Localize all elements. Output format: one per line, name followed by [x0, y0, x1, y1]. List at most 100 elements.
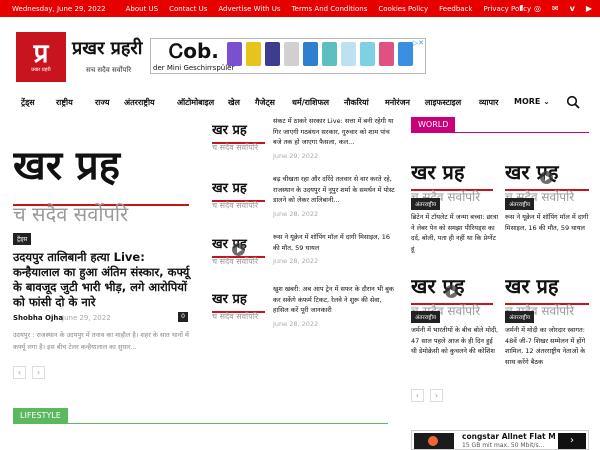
featured-image[interactable]: खर प्रह च सदैव सर्वोपरि	[13, 142, 189, 230]
nav-item-sports[interactable]: खेल	[228, 97, 240, 108]
top-bar: Wednesday, June 29, 2022 About US Contac…	[0, 0, 600, 17]
world-item-image-text: खर प्रह	[411, 160, 465, 184]
ad-close-icon[interactable]: ▷✕	[413, 39, 424, 47]
ad-product-image	[341, 42, 356, 66]
ad-product-image	[303, 42, 318, 66]
instagram-icon[interactable]: ◎	[534, 4, 541, 13]
featured-date: June 29, 2022	[62, 314, 111, 322]
world-item-title[interactable]: जर्मनी में भारतीयों के बीच बोले मोदी, 47…	[411, 325, 499, 357]
nav-item-lifestyle[interactable]: लाइफस्टाइल	[425, 97, 461, 108]
prev-page-button[interactable]: ‹	[13, 366, 26, 379]
next-page-button[interactable]: ›	[32, 366, 45, 379]
lifestyle-section-header: LIFESTYLE	[13, 408, 388, 424]
list-item-image-tagline: च सदैव सर्वोपरि	[212, 257, 259, 266]
list-item-title[interactable]: खुश खबरी: अब आप ट्रेन में सफर के दौरान भ…	[273, 284, 395, 316]
nav-item-automobile[interactable]: ऑटोमोबाइल	[177, 97, 214, 108]
site-logo[interactable]: प्र प्रखर प्रहरी प्रखर प्रहरी सच सदैव सर…	[16, 32, 142, 82]
top-link-advertise[interactable]: Advertise With Us	[218, 5, 280, 13]
sidebar-ad-subtitle: 15 GB mit max. 50 Mbit/s...	[462, 442, 545, 449]
site-tagline: सच सदैव सर्वोपरि	[86, 66, 132, 74]
featured-image-text: खर प्रह	[13, 143, 121, 189]
world-item-badge[interactable]: अंतरराष्ट्रीय	[411, 311, 441, 323]
facebook-icon[interactable]: f	[519, 4, 522, 13]
play-icon	[445, 285, 458, 298]
nav-item-business[interactable]: व्यापार	[479, 97, 498, 108]
vimeo-icon[interactable]: v	[570, 4, 575, 13]
lifestyle-section-rule	[13, 423, 388, 424]
world-item-image-text: खर प्रह	[505, 274, 559, 298]
list-item-image-tagline: च सदैव सर्वोपरि	[212, 201, 259, 210]
world-section-rule	[411, 132, 589, 133]
world-prev-button[interactable]: ‹	[411, 389, 424, 402]
ad-subtitle: der Mini Geschirrspüler	[153, 64, 235, 72]
list-item-image[interactable]: खर प्रह च सदैव सर्वोपरि	[212, 289, 265, 323]
nav-item-trends[interactable]: ट्रेंड्स	[21, 97, 35, 108]
featured-category-badge[interactable]: ट्रेंड्स	[13, 233, 32, 245]
logo-mark-letter: प्र	[33, 39, 49, 69]
comment-count[interactable]: 0	[178, 312, 188, 322]
list-item-image-text: खर प्रह	[212, 292, 247, 307]
world-section-header: WORLD	[411, 117, 589, 133]
social-links: f ◎ ✉ v ▶	[519, 0, 592, 17]
list-item-image-text: खर प्रह	[212, 123, 247, 138]
current-date: Wednesday, June 29, 2022	[12, 4, 106, 13]
world-item-title[interactable]: ब्रिटेन में टॉयलेट में जन्मा बच्चा: छात्…	[411, 212, 499, 254]
ad-product-image	[322, 42, 337, 66]
ad-product-image	[398, 42, 413, 66]
list-item-date: June 28, 2022	[273, 210, 319, 218]
world-item-title[interactable]: रूस ने यूक्रेन में शॉपिंग मॉल में दागी म…	[505, 212, 593, 233]
logo-mark-caption: प्रखर प्रहरी	[31, 67, 51, 73]
list-item-image-tagline: च सदैव सर्वोपरि	[212, 143, 259, 152]
sidebar-ad-title: congstar Allnet Flat M	[462, 432, 556, 441]
list-item-date: June 28, 2022	[273, 257, 319, 265]
featured-author[interactable]: Shobha Ojha	[13, 314, 63, 322]
nav-item-international[interactable]: अंतरराष्ट्रीय	[124, 97, 155, 108]
list-item-image-text: खर प्रह	[212, 181, 247, 196]
nav-item-jobs[interactable]: नौकरियां	[344, 97, 369, 108]
nav-item-state[interactable]: राज्य	[95, 97, 110, 108]
chevron-down-icon: ⌄	[543, 97, 550, 106]
world-section-label[interactable]: WORLD	[411, 117, 456, 133]
top-link-terms[interactable]: Terms And Conditions	[292, 5, 368, 13]
featured-image-tagline: च सदैव सर्वोपरि	[13, 202, 129, 226]
list-item-title[interactable]: संकट में ठाकरे सरकार Live: सत्ता में बनी…	[273, 116, 395, 148]
ad-product-image	[246, 42, 261, 66]
featured-title[interactable]: उदयपुर तालिबानी हत्या Live: कन्हैयालाल क…	[13, 250, 193, 310]
list-item-title[interactable]: बढ़ चीखता रहा और दरिंदे तलवार से वार करत…	[273, 174, 395, 206]
play-icon	[232, 243, 245, 256]
nav-item-gadgets[interactable]: गैजेट्स	[255, 97, 275, 108]
nav-item-entertainment[interactable]: मनोरंजन	[385, 97, 410, 108]
search-icon[interactable]	[566, 95, 580, 109]
top-link-contact[interactable]: Contact Us	[169, 5, 207, 13]
top-link-about[interactable]: About US	[126, 5, 159, 13]
list-item-title[interactable]: रूस ने यूक्रेन में शॉपिंग मॉल में दागी म…	[273, 232, 395, 253]
play-icon	[540, 171, 553, 184]
list-item-date: June 28, 2022	[273, 320, 319, 328]
ad-product-image	[227, 42, 242, 66]
nav-item-religion[interactable]: धर्म/राशिफल	[292, 97, 329, 108]
featured-excerpt: उदयपुर : राजस्थान के उदयपुर में तनाव का …	[13, 331, 189, 351]
ad-brand: Ꮯob.	[169, 39, 219, 63]
ad-product-image	[284, 42, 299, 66]
lifestyle-section-label[interactable]: LIFESTYLE	[13, 408, 68, 424]
logo-mark: प्र प्रखर प्रहरी	[16, 32, 66, 82]
list-item-date: June 29, 2022	[273, 152, 319, 160]
ad-image	[414, 433, 454, 449]
mail-icon[interactable]: ✉	[552, 4, 559, 13]
ad-banner[interactable]: Ꮯob. der Mini Geschirrspüler ▷✕	[150, 38, 426, 74]
world-item-badge[interactable]: अंतरराष्ट्रीय	[411, 198, 441, 210]
top-link-cookies[interactable]: Cookies Policy	[378, 5, 428, 13]
list-item-image[interactable]: खर प्रह च सदैव सर्वोपरि	[212, 120, 265, 154]
list-item-image[interactable]: खर प्रह च सदैव सर्वोपरि	[212, 178, 265, 212]
nav-item-national[interactable]: राष्ट्रीय	[56, 97, 73, 108]
top-link-feedback[interactable]: Feedback	[439, 5, 472, 13]
youtube-icon[interactable]: ▶	[586, 4, 592, 13]
ad-arrow-icon[interactable]: ›	[558, 433, 586, 449]
world-item-badge[interactable]: अंतरराष्ट्रीय	[505, 311, 535, 323]
sidebar-ad[interactable]: congstar Allnet Flat M 15 GB mit max. 50…	[411, 430, 589, 450]
list-item-image[interactable]: खर प्रह च सदैव सर्वोपरि	[212, 234, 265, 268]
world-item-title[interactable]: जर्मनी में मोदी का जोरदार स्वागत: 48वें …	[505, 325, 593, 367]
world-next-button[interactable]: ›	[430, 389, 443, 402]
nav-item-more[interactable]: MORE ⌄	[514, 97, 550, 106]
world-item-badge[interactable]: अंतरराष्ट्रीय	[505, 198, 535, 210]
